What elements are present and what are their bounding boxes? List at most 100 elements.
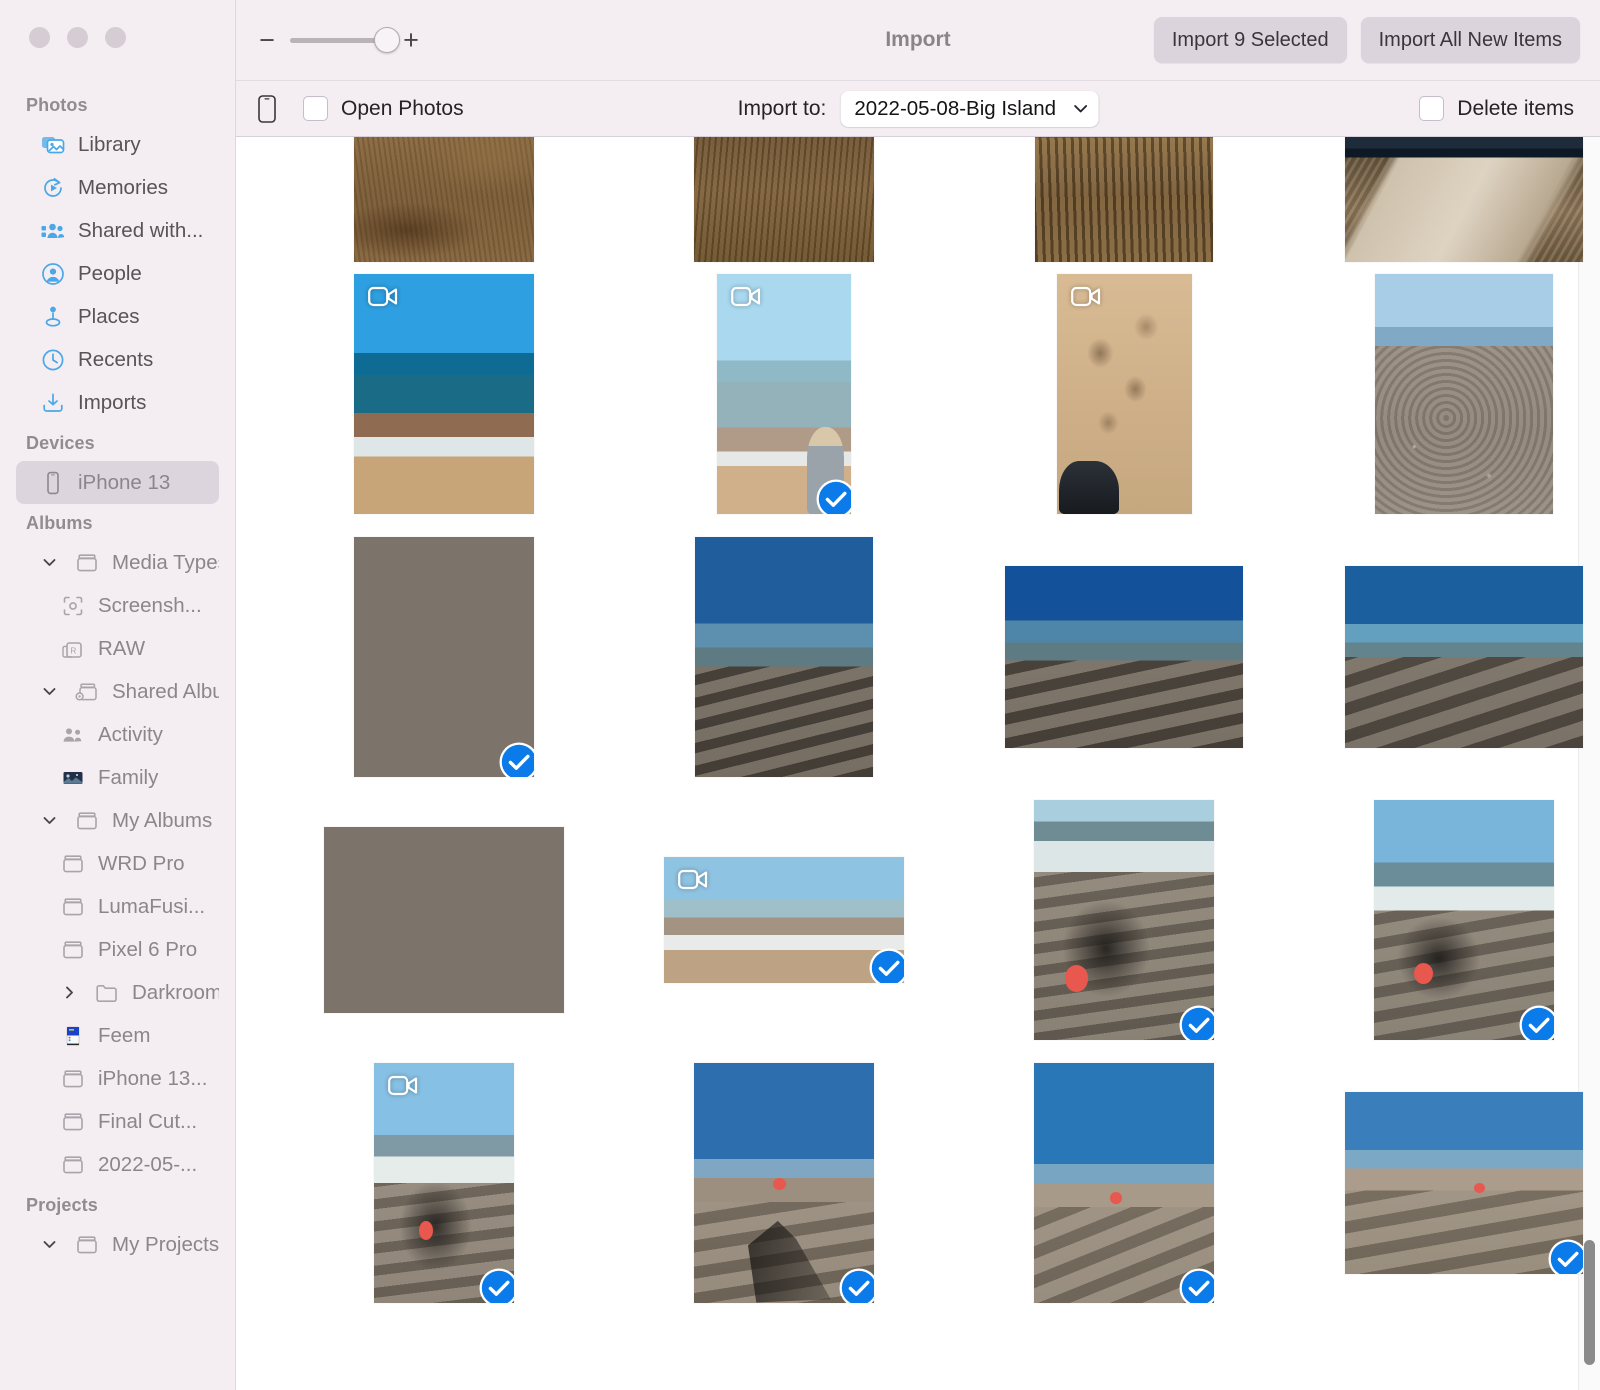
import-selected-button[interactable]: Import 9 Selected — [1154, 17, 1347, 63]
selected-checkmark-badge[interactable] — [1546, 1237, 1583, 1274]
open-photos-checkbox-box[interactable] — [303, 96, 328, 121]
thumbnail-ocean-waves-video[interactable] — [354, 274, 534, 514]
thumbnail-beach-field-horizon[interactable] — [1035, 137, 1213, 262]
zoom-button[interactable] — [105, 27, 126, 48]
library-icon — [40, 132, 66, 158]
sidebar-item-recents[interactable]: Recents — [16, 338, 219, 381]
thumbnail-rock-ledge-panorama-b[interactable] — [1345, 566, 1583, 748]
photo-cell[interactable] — [954, 262, 1294, 525]
photo-cell[interactable] — [614, 525, 954, 788]
photo-cell[interactable] — [274, 788, 614, 1051]
photo-cell[interactable] — [614, 137, 954, 262]
selected-checkmark-badge[interactable] — [814, 477, 851, 514]
photo-cell[interactable] — [1294, 262, 1600, 525]
selected-checkmark-badge[interactable] — [1177, 1003, 1214, 1040]
people-icon — [40, 261, 66, 287]
sidebar-item-imports[interactable]: Imports — [16, 381, 219, 424]
sidebar-item-pixel-6-pro[interactable]: Pixel 6 Pro — [16, 928, 219, 971]
sidebar-item-feem[interactable]: Feem — [16, 1014, 219, 1057]
sidebar-item-shared-with[interactable]: Shared with... — [16, 209, 219, 252]
chevron-down-icon[interactable] — [40, 679, 58, 705]
zoom-slider-group[interactable]: − + — [256, 27, 422, 54]
zoom-slider[interactable] — [290, 38, 388, 43]
selected-checkmark-badge[interactable] — [477, 1266, 514, 1303]
import-to-dropdown[interactable]: 2022-05-08-Big Island — [840, 91, 1098, 127]
photo-cell[interactable] — [1294, 137, 1600, 262]
thumbnail-sun-over-rocks-vertical[interactable] — [695, 537, 873, 777]
thumbnail-surf-over-rocks-video[interactable] — [664, 857, 904, 983]
selected-checkmark-badge[interactable] — [1177, 1266, 1214, 1303]
thumbnail-pebble-beach[interactable] — [1375, 274, 1553, 514]
thumbnail-tidepool-person-a[interactable] — [1034, 800, 1214, 1040]
thumbnail-person-tilted-horizon[interactable] — [1034, 1063, 1214, 1303]
photo-cell[interactable] — [954, 1051, 1294, 1314]
minimize-button[interactable] — [67, 27, 88, 48]
thumbnail-dune-grass-wide[interactable] — [694, 137, 874, 262]
thumbnail-rock-ledge-panorama-a[interactable] — [1005, 566, 1243, 748]
photo-cell[interactable] — [274, 1051, 614, 1314]
zoom-slider-knob[interactable] — [374, 27, 400, 53]
sidebar-item-wrd-pro[interactable]: WRD Pro — [16, 842, 219, 885]
thumbnail-child-at-shore-video[interactable] — [717, 274, 851, 514]
sidebar-item-places[interactable]: Places — [16, 295, 219, 338]
photo-cell[interactable] — [614, 1051, 954, 1314]
sidebar-item-my-projects[interactable]: My Projects — [16, 1223, 219, 1266]
delete-items-checkbox-box[interactable] — [1419, 96, 1444, 121]
photo-cell[interactable] — [274, 525, 614, 788]
sidebar-item-lumafusi[interactable]: LumaFusi... — [16, 885, 219, 928]
thumbnail-shore-rocks-square[interactable] — [324, 827, 564, 1013]
open-photos-checkbox[interactable]: Open Photos — [303, 96, 464, 121]
photo-cell[interactable] — [274, 137, 614, 262]
sidebar-item-library[interactable]: Library — [16, 123, 219, 166]
thumbnail-rocky-shore-vertical[interactable] — [354, 537, 534, 777]
thumbnail-tidepool-person-video[interactable] — [374, 1063, 514, 1303]
sidebar-item-2022-05[interactable]: 2022-05-... — [16, 1143, 219, 1186]
sidebar-item-memories[interactable]: Memories — [16, 166, 219, 209]
thumbnail-person-standing-on-rocks[interactable] — [694, 1063, 874, 1303]
close-button[interactable] — [29, 27, 50, 48]
thumbnail-person-wide-tilt[interactable] — [1345, 1092, 1583, 1274]
photo-cell[interactable] — [1294, 788, 1600, 1051]
thumbnail-image — [1375, 274, 1553, 514]
photo-cell[interactable] — [614, 788, 954, 1051]
photo-grid[interactable] — [236, 137, 1600, 1390]
photo-cell[interactable] — [954, 137, 1294, 262]
sidebar-item-final-cut[interactable]: Final Cut... — [16, 1100, 219, 1143]
selected-checkmark-badge[interactable] — [497, 740, 534, 777]
photo-cell[interactable] — [1294, 1051, 1600, 1314]
sidebar-item-media-types[interactable]: Media Types — [16, 541, 219, 584]
photo-cell[interactable] — [274, 262, 614, 525]
zoom-in-icon[interactable]: + — [400, 27, 422, 54]
thumbnail-dune-grass-closeup[interactable] — [354, 137, 534, 262]
sidebar-item-iphone-13[interactable]: iPhone 13... — [16, 1057, 219, 1100]
thumbnail-driftwood-log[interactable] — [1345, 137, 1583, 262]
photo-cell[interactable] — [614, 262, 954, 525]
sidebar-item-people[interactable]: People — [16, 252, 219, 295]
video-badge-icon — [368, 286, 398, 307]
sidebar-item-activity[interactable]: Activity — [16, 713, 219, 756]
chevron-right-icon[interactable] — [60, 980, 78, 1006]
chevron-down-icon[interactable] — [40, 808, 58, 834]
sidebar-item-family[interactable]: Family — [16, 756, 219, 799]
photo-cell[interactable] — [954, 525, 1294, 788]
chevron-down-icon[interactable] — [40, 550, 58, 576]
sidebar-item-shared-albu[interactable]: Shared Albu... — [16, 670, 219, 713]
thumbnail-tidepool-person-b[interactable] — [1374, 800, 1554, 1040]
chevron-down-icon[interactable] — [40, 1232, 58, 1258]
sidebar-scroll[interactable]: Photos Library Memories Shared with... — [0, 0, 235, 1266]
album-icon — [60, 894, 86, 920]
zoom-out-icon[interactable]: − — [256, 27, 278, 54]
selected-checkmark-badge[interactable] — [1517, 1003, 1554, 1040]
selected-checkmark-badge[interactable] — [867, 946, 904, 983]
sidebar-item-darkroom[interactable]: Darkroom — [16, 971, 219, 1014]
sidebar-item-iphone-13[interactable]: iPhone 13 — [16, 461, 219, 504]
import-all-new-items-button[interactable]: Import All New Items — [1361, 17, 1580, 63]
delete-items-checkbox[interactable]: Delete items — [1419, 96, 1574, 121]
sidebar-item-screensh[interactable]: Screensh... — [16, 584, 219, 627]
photo-cell[interactable] — [1294, 525, 1600, 788]
photo-cell[interactable] — [954, 788, 1294, 1051]
sidebar-item-raw[interactable]: R RAW — [16, 627, 219, 670]
selected-checkmark-badge[interactable] — [837, 1266, 874, 1303]
sidebar-item-my-albums[interactable]: My Albums — [16, 799, 219, 842]
thumbnail-sand-footprints-video[interactable] — [1057, 274, 1192, 514]
